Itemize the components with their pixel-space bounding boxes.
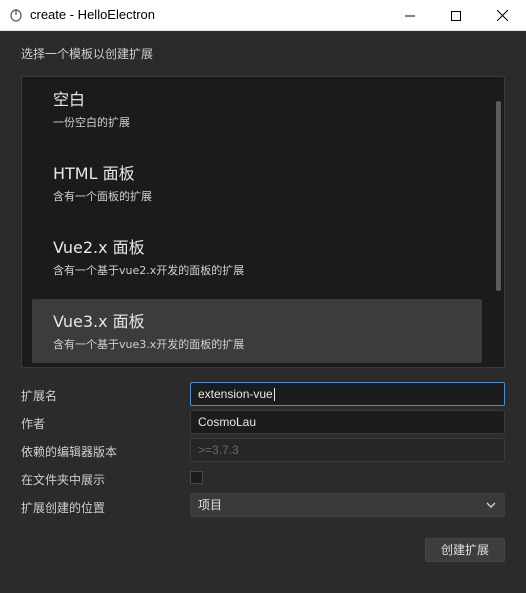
title-bar: create - HelloElectron xyxy=(0,0,526,31)
close-icon xyxy=(496,10,508,21)
template-title: Vue2.x 面板 xyxy=(53,238,145,257)
show-in-folder-checkbox[interactable] xyxy=(190,471,203,484)
electron-app-icon xyxy=(10,9,22,22)
template-heading: 选择一个模板以创建扩展 xyxy=(21,47,154,61)
template-description: 含有一个基于vue2.x开发的面板的扩展 xyxy=(53,264,245,277)
template-item-vue2-panel[interactable]: Vue2.x 面板 含有一个基于vue2.x开发的面板的扩展 xyxy=(32,225,482,289)
author-label: 作者 xyxy=(21,417,46,431)
template-title: Vue3.x 面板 xyxy=(53,312,145,331)
location-select-value: 项目 xyxy=(198,498,223,512)
extension-name-input[interactable]: extension-vue xyxy=(190,382,505,406)
template-description: 一份空白的扩展 xyxy=(53,116,130,129)
maximize-button[interactable] xyxy=(433,0,479,31)
template-description: 含有一个面板的扩展 xyxy=(53,190,152,203)
show-in-folder-label: 在文件夹中展示 xyxy=(21,473,106,487)
minimize-icon xyxy=(405,15,415,16)
scrollbar-thumb[interactable] xyxy=(496,101,501,291)
template-title: 空白 xyxy=(53,90,86,109)
extension-name-value: extension-vue xyxy=(198,387,273,401)
author-input[interactable]: CosmoLau xyxy=(190,410,505,434)
location-label: 扩展创建的位置 xyxy=(21,501,106,515)
extension-name-label: 扩展名 xyxy=(21,389,58,403)
template-item-vue3-panel[interactable]: Vue3.x 面板 含有一个基于vue3.x开发的面板的扩展 xyxy=(32,299,482,363)
close-button[interactable] xyxy=(479,0,525,31)
minimize-button[interactable] xyxy=(387,0,433,31)
editor-version-input: >=3.7.3 xyxy=(190,438,505,462)
maximize-icon xyxy=(451,10,461,21)
template-title: HTML 面板 xyxy=(53,164,135,183)
template-item-blank[interactable]: 空白 一份空白的扩展 xyxy=(32,77,482,141)
create-extension-button[interactable]: 创建扩展 xyxy=(425,538,505,562)
text-caret xyxy=(273,388,275,402)
template-description: 含有一个基于vue3.x开发的面板的扩展 xyxy=(53,338,245,351)
editor-version-label: 依赖的编辑器版本 xyxy=(21,445,118,459)
chevron-down-icon xyxy=(486,502,496,508)
list-scrollbar[interactable] xyxy=(496,101,501,291)
template-item-html-panel[interactable]: HTML 面板 含有一个面板的扩展 xyxy=(32,151,482,215)
template-list: 空白 一份空白的扩展 HTML 面板 含有一个面板的扩展 Vue2.x 面板 含… xyxy=(21,76,505,368)
window-title: create - HelloElectron xyxy=(30,7,155,22)
location-select[interactable]: 项目 xyxy=(190,493,505,517)
